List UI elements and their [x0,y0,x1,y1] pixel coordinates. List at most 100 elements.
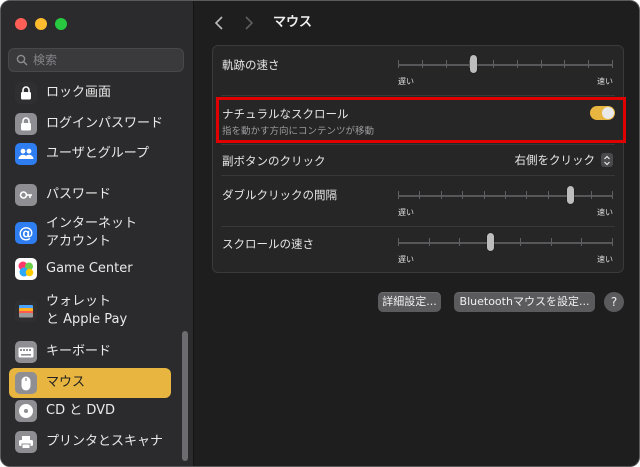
wallet-icon [15,300,37,322]
search-icon [16,54,28,66]
sidebar-item-key[interactable]: パスワード [9,183,171,207]
sidebar-item-at[interactable]: @ インターネット アカウント [9,213,171,253]
page-title: マウス [273,15,313,30]
game-center-icon [15,258,37,280]
divider [221,144,615,145]
slider-tick [612,60,613,68]
slider-tick [398,191,399,199]
slider-tick [459,238,461,246]
slider-max-label: 速い [597,77,613,86]
sidebar-item-label: キーボード [46,344,112,359]
at-icon: @ [15,222,37,244]
slider-tick [428,238,430,246]
scroll-speed-slider[interactable]: 遅い 速い [398,224,613,264]
slider-tick [590,191,592,199]
sidebar-item-label: ロック画面 [46,85,112,100]
slider-tick [419,191,421,199]
sidebar-item-disc[interactable]: CD と DVD [9,399,171,423]
sidebar-item-label: インターネット アカウント [46,216,138,249]
secondary-click-popup[interactable]: 右側をクリック [513,151,613,169]
slider-tick [520,238,522,246]
slider-tick [526,191,528,199]
slider-tick [421,60,423,68]
users-icon [15,143,37,165]
sidebar-item-lock[interactable]: ログインパスワード [9,112,171,136]
slider-tick [398,60,399,68]
search-field[interactable] [8,48,184,72]
key-icon [15,184,37,206]
slider-tick [493,60,495,68]
bluetooth-mouse-setup-button[interactable]: Bluetoothマウスを設定... [454,292,595,312]
slider-tick [445,60,447,68]
highlight-box [216,97,626,143]
sidebar: ロック画面ログインパスワードユーザとグループパスワード @ インターネットアカウント… [1,1,194,466]
sidebar-item-label: CD と DVD [46,403,116,418]
sidebar-item-label: ログインパスワード [46,116,164,131]
sidebar-item-label: ウォレットと Apple Pay [46,294,128,327]
slider-track [398,64,613,66]
slider-tick [398,238,399,246]
slider-tick [505,191,506,199]
slider-tick [588,60,590,68]
double-click-label: ダブルクリックの間隔 [222,188,337,202]
keyboard-icon [15,341,37,363]
divider [221,95,615,96]
zoom-button[interactable] [55,18,67,30]
slider-tick [612,191,613,199]
slider-max-label: 速い [597,255,613,264]
advanced-settings-button[interactable]: 詳細設定... [378,292,441,312]
slider-min-label: 遅い [398,208,414,217]
disc-icon [15,400,37,422]
sidebar-item-users[interactable]: ユーザとグループ [9,142,171,166]
slider-tick [550,238,552,246]
slider-tick [547,191,549,199]
double-click-slider[interactable]: 遅い 速い [398,177,613,217]
lock-icon [15,82,37,104]
tracking-label: 軌跡の速さ [222,58,280,72]
chevron-right-icon [245,16,254,30]
chevron-left-icon [214,16,223,30]
scroll-speed-label: スクロールの速さ [222,237,314,251]
printer-icon [15,431,37,453]
sidebar-item-game-center[interactable]: Game Center [9,257,171,281]
divider [221,175,615,176]
sidebar-item-label: ユーザとグループ [46,146,149,161]
sidebar-item-label: マウス [46,375,86,390]
sidebar-item-label: Game Center [46,261,133,276]
back-button[interactable] [209,13,229,33]
slider-tick [540,60,542,68]
minimize-button[interactable] [35,18,47,30]
slider-min-label: 遅い [398,77,414,86]
sidebar-item-mouse[interactable]: マウス [9,368,171,398]
sidebar-item-wallet[interactable]: ウォレットと Apple Pay [9,291,171,331]
help-button[interactable]: ? [604,292,624,312]
sidebar-item-label: プリンタとスキャナ [46,434,164,449]
slider-min-label: 遅い [398,255,414,264]
slider-tick [581,238,583,246]
mouse-icon [15,372,37,394]
tracking-slider[interactable]: 遅い 速い [398,46,613,86]
lock-icon [15,113,37,135]
close-button[interactable] [15,18,27,30]
slider-tick [440,191,442,199]
secondary-click-value: 右側をクリック [514,153,596,167]
secondary-click-label: 副ボタンのクリック [222,154,326,168]
search-input[interactable] [33,49,178,71]
sidebar-item-lock[interactable]: ロック画面 [9,81,171,105]
settings-window: ロック画面ログインパスワードユーザとグループパスワード @ インターネットアカウント… [0,0,640,467]
forward-button[interactable] [239,13,259,33]
sidebar-item-printer[interactable]: プリンタとスキャナ [9,430,171,454]
slider-tick [462,191,464,199]
sidebar-item-label: パスワード [46,187,112,202]
slider-max-label: 速い [597,208,613,217]
slider-tick [483,191,485,199]
updown-chevron-icon [601,153,613,167]
slider-tick [564,60,566,68]
slider-thumb[interactable] [470,55,478,73]
slider-thumb[interactable] [487,233,495,251]
slider-tick [516,60,518,68]
sidebar-scrollbar[interactable] [182,331,188,461]
slider-tick [612,238,613,246]
slider-thumb[interactable] [567,186,574,204]
sidebar-item-keyboard[interactable]: キーボード [9,340,171,364]
